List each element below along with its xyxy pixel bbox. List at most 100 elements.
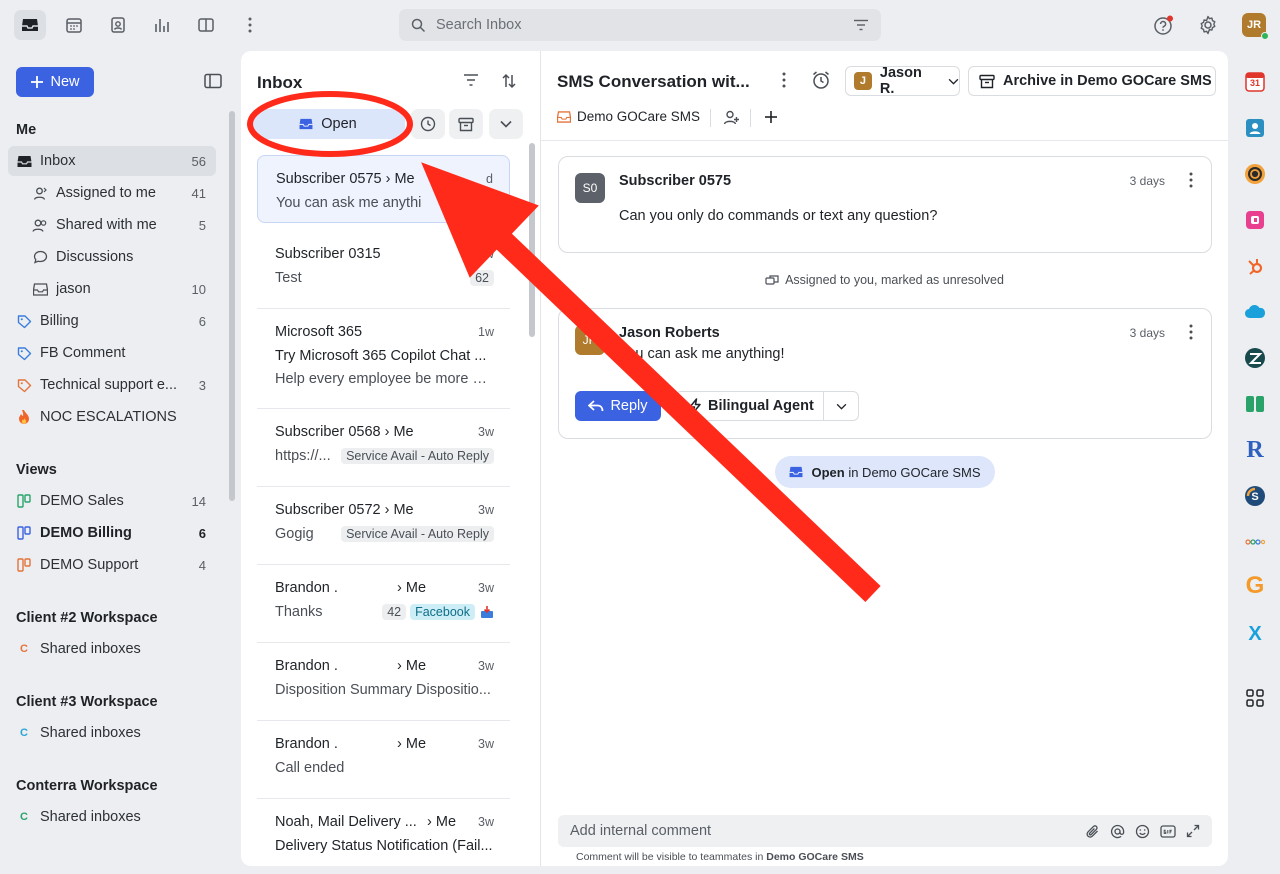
sidebar-item-noc-escalations[interactable]: NOC ESCALATIONS: [8, 402, 216, 432]
sidebar-view-demo-billing[interactable]: DEMO Billing 6: [8, 518, 216, 548]
snooze-alarm-icon[interactable]: [811, 70, 831, 93]
sort-icon[interactable]: [501, 73, 517, 92]
ai-agent-main[interactable]: Bilingual Agent: [676, 392, 824, 420]
sidebar-shared-inboxes-conterra[interactable]: C Shared inboxes: [8, 802, 216, 832]
sidebar-view-demo-sales[interactable]: DEMO Sales 14: [8, 486, 216, 516]
sidebar-item-technical-support[interactable]: Technical support e... 3: [8, 370, 216, 400]
conversation-row[interactable]: Noah, Mail Delivery ... › Me 3w Delivery…: [257, 799, 510, 865]
user-avatar[interactable]: JR: [1242, 13, 1269, 40]
g-app-icon[interactable]: G: [1244, 572, 1266, 599]
add-participant-icon[interactable]: [723, 109, 740, 129]
message-card[interactable]: JR Jason Roberts 3 days You can ask me a…: [558, 308, 1212, 439]
workspace-heading: Client #2 Workspace: [16, 610, 158, 626]
contacts-app-icon[interactable]: [1244, 117, 1266, 139]
chat-bubble-icon: [32, 249, 48, 265]
sidebar-shared-inboxes-client2[interactable]: C Shared inboxes: [8, 634, 216, 664]
sidebar-item-count: 56: [191, 153, 206, 169]
internal-comment-input[interactable]: Add internal comment: [558, 815, 1212, 847]
inbox-app-icon[interactable]: [14, 10, 46, 40]
message-more-icon[interactable]: [1189, 324, 1193, 343]
more-vertical-icon[interactable]: [782, 72, 786, 91]
emoji-icon[interactable]: [1135, 824, 1150, 839]
conversation-panel: SMS Conversation wit... J Jason R. Archi…: [541, 51, 1228, 866]
message-time: 3 days: [1129, 174, 1165, 188]
expand-icon[interactable]: [1186, 824, 1200, 838]
copyright-app-icon[interactable]: [1244, 163, 1266, 185]
ai-agent-dropdown[interactable]: [824, 403, 858, 410]
workspace-badge: C: [20, 811, 28, 823]
conversation-snippet: Disposition Summary Dispositio...: [275, 682, 491, 698]
archived-filter-button[interactable]: [449, 109, 483, 139]
conversation-row[interactable]: Subscriber 0568 › Me 3w https://... Serv…: [257, 409, 510, 487]
conversation-time: 1w: [478, 247, 494, 261]
message-more-icon[interactable]: [1189, 172, 1193, 191]
dialpad-app-icon[interactable]: [1244, 209, 1266, 231]
help-icon[interactable]: [1148, 10, 1180, 40]
sidebar-item-label: Billing: [40, 313, 79, 329]
conversation-row[interactable]: Subscriber 0572 › Me 3w Gogig Service Av…: [257, 487, 510, 565]
reply-button[interactable]: Reply: [575, 391, 661, 421]
archive-button[interactable]: Archive in Demo GOCare SMS: [968, 66, 1216, 96]
filter-icon[interactable]: [463, 73, 479, 90]
sidebar-item-assigned-to-me[interactable]: Assigned to me 41: [8, 178, 216, 208]
analytics-icon[interactable]: [146, 10, 178, 40]
calendar-icon[interactable]: [58, 10, 90, 40]
sidebar-item-jason[interactable]: jason 10: [8, 274, 216, 304]
sidebar-view-demo-support[interactable]: DEMO Support 4: [8, 550, 216, 580]
hubspot-app-icon[interactable]: [1244, 255, 1266, 277]
online-status-dot: [1261, 32, 1269, 40]
comment-note-text: Comment will be visible to teammates in: [576, 851, 767, 863]
more-filters-dropdown[interactable]: [489, 109, 523, 139]
salesforce-app-icon[interactable]: [1244, 301, 1266, 323]
new-button[interactable]: New: [16, 67, 94, 97]
conversation-row[interactable]: Microsoft 365 1w Try Microsoft 365 Copil…: [257, 309, 510, 409]
sidebar-item-discussions[interactable]: Discussions: [8, 242, 216, 272]
sidebar-item-billing[interactable]: Billing 6: [8, 306, 216, 336]
conversation-row-selected[interactable]: Subscriber 0575 › Me d You can ask me an…: [257, 155, 510, 223]
filter-icon[interactable]: [853, 19, 869, 31]
more-vertical-icon[interactable]: [234, 10, 266, 40]
lightning-icon: [689, 398, 701, 414]
r-app-icon[interactable]: R: [1244, 437, 1266, 463]
s-app-icon[interactable]: S: [1244, 485, 1266, 507]
conversation-row[interactable]: Brandon . › Me 3w Call ended: [257, 721, 510, 799]
x-app-icon[interactable]: X: [1244, 623, 1266, 645]
attachment-icon[interactable]: [1085, 824, 1100, 839]
user-initials: JR: [1246, 19, 1262, 31]
sidebar-shared-inboxes-client3[interactable]: C Shared inboxes: [8, 718, 216, 748]
apps-grid-icon[interactable]: [1244, 687, 1266, 709]
conversation-row[interactable]: Brandon . › Me 3w Thanks 42 Facebook: [257, 565, 510, 643]
sidebar-scrollbar[interactable]: [229, 111, 235, 501]
add-icon[interactable]: [764, 110, 778, 127]
snoozed-filter-button[interactable]: [411, 109, 445, 139]
conversation-sender: Brandon .: [275, 658, 338, 674]
assignee-dropdown[interactable]: J Jason R.: [845, 65, 960, 97]
sidebar-item-count: 41: [191, 185, 206, 201]
mention-icon[interactable]: [1110, 824, 1125, 839]
contacts-icon[interactable]: [102, 10, 134, 40]
google-calendar-app-icon[interactable]: 31: [1244, 71, 1266, 93]
conversation-time: 3w: [478, 581, 494, 595]
split-view-icon[interactable]: [190, 10, 222, 40]
search-input[interactable]: Search Inbox: [399, 9, 881, 41]
inbox-tag[interactable]: Demo GOCare SMS: [557, 109, 700, 124]
gif-icon[interactable]: [1160, 824, 1176, 839]
green-book-app-icon[interactable]: [1244, 393, 1266, 415]
conversation-row[interactable]: Subscriber 0315 1w Test 62: [257, 231, 510, 309]
settings-gear-icon[interactable]: [1192, 10, 1224, 40]
sidebar-item-shared-with-me[interactable]: Shared with me 5: [8, 210, 216, 240]
sidebar-item-fb-comment[interactable]: FB Comment: [8, 338, 216, 368]
list-scrollbar[interactable]: [529, 143, 535, 337]
ai-agent-button[interactable]: Bilingual Agent: [675, 391, 859, 421]
sidebar-item-inbox[interactable]: Inbox 56: [8, 146, 216, 176]
collapse-sidebar-icon[interactable]: [204, 73, 222, 92]
tag-orange-icon: [16, 377, 32, 393]
open-filter-button[interactable]: Open: [251, 109, 405, 139]
sidebar-item-label: Shared inboxes: [40, 641, 141, 657]
separator: [710, 109, 711, 127]
assignee-indicator: › Me: [397, 658, 427, 674]
dots-app-icon[interactable]: [1244, 531, 1266, 553]
message-card[interactable]: S0 Subscriber 0575 3 days Can you only d…: [558, 156, 1212, 253]
zendesk-app-icon[interactable]: [1244, 347, 1266, 369]
conversation-row[interactable]: Brandon . › Me 3w Disposition Summary Di…: [257, 643, 510, 721]
